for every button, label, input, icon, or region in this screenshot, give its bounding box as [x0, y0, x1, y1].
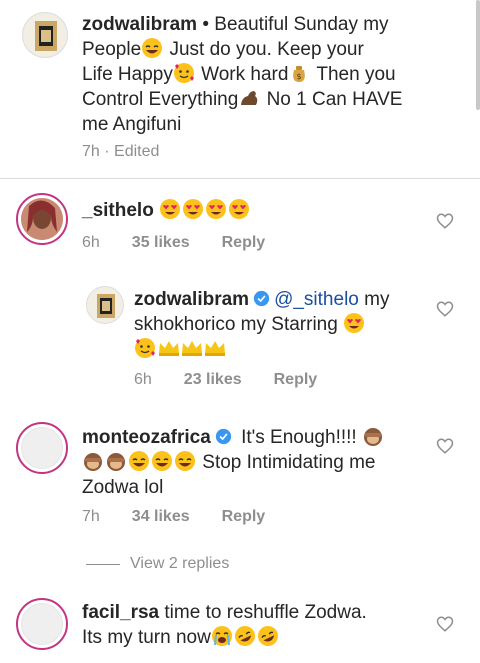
- rolling-laughing-emoji-icon: [234, 625, 256, 647]
- comment-time: 7h: [82, 508, 100, 525]
- scrollbar[interactable]: [476, 0, 480, 110]
- crown-emoji-icon: [203, 337, 225, 359]
- laughing-emoji-icon: [151, 450, 173, 472]
- hearts-face-emoji-icon: [173, 62, 195, 84]
- loudly-crying-emoji-icon: [211, 625, 233, 647]
- laughing-emoji-icon: [128, 450, 150, 472]
- verified-badge-icon: [215, 428, 231, 445]
- reply-button[interactable]: Reply: [274, 371, 318, 389]
- caption-edited: Edited: [114, 143, 160, 160]
- view-replies-button[interactable]: View 2 replies: [86, 555, 229, 573]
- view-replies-line: [86, 563, 120, 565]
- see-no-evil-monkey-emoji-icon: [82, 450, 104, 472]
- see-no-evil-monkey-emoji-icon: [105, 450, 127, 472]
- comment-avatar[interactable]: [21, 603, 63, 645]
- money-bag-emoji-icon: $: [288, 62, 310, 84]
- comment-text: _sithelo: [82, 198, 432, 223]
- rolling-laughing-emoji-icon: [257, 625, 279, 647]
- heart-outline-icon[interactable]: [436, 615, 454, 633]
- laughing-emoji-icon: [174, 450, 196, 472]
- comment-avatar[interactable]: [21, 198, 63, 240]
- caption-text: zodwalibram • Beautiful Sunday my People…: [82, 14, 403, 135]
- comment-username[interactable]: facil_rsa: [82, 602, 159, 623]
- reply-button[interactable]: Reply: [222, 508, 266, 526]
- comment-meta: 6h 35 likes Reply: [82, 234, 265, 252]
- verified-badge-icon: [253, 290, 270, 307]
- caption-meta: 7h · Edited: [82, 143, 160, 160]
- likes-count[interactable]: 34 likes: [132, 508, 190, 526]
- flexed-biceps-emoji-icon: [238, 87, 260, 109]
- heart-eyes-emoji-icon: [343, 312, 365, 334]
- crown-emoji-icon: [180, 337, 202, 359]
- heart-outline-icon[interactable]: [436, 212, 454, 230]
- caption-avatar[interactable]: [22, 12, 68, 58]
- laughing-emoji-icon: [141, 37, 163, 59]
- comment-text: monteozafrica It's Enough!!!! Stop Intim…: [82, 425, 432, 500]
- heart-outline-icon[interactable]: [436, 300, 454, 318]
- comment-username[interactable]: _sithelo: [82, 200, 154, 221]
- reply-meta: 6h 23 likes Reply: [134, 371, 317, 389]
- comment-username[interactable]: monteozafrica: [82, 427, 211, 448]
- heart-outline-icon[interactable]: [436, 437, 454, 455]
- view-replies-label: View 2 replies: [130, 555, 230, 572]
- likes-count[interactable]: 35 likes: [132, 234, 190, 252]
- reply-emojis: [134, 337, 226, 360]
- comment-text: facil_rsa time to reshuffle Zodwa. Its m…: [82, 602, 367, 648]
- comment-emojis: [82, 450, 197, 473]
- heart-eyes-emoji-icon: [159, 199, 251, 221]
- caption-username[interactable]: zodwalibram: [82, 14, 197, 35]
- reply-avatar[interactable]: [86, 286, 124, 324]
- reply-username[interactable]: zodwalibram: [134, 289, 249, 310]
- crown-emoji-icon: [157, 337, 179, 359]
- reply-text: zodwalibram @_sithelo my skhokhorico my S…: [134, 287, 434, 362]
- see-no-evil-monkey-emoji-icon: [362, 425, 384, 447]
- caption-time: 7h: [82, 143, 100, 160]
- caption-divider: [0, 178, 480, 179]
- hearts-face-emoji-icon: [134, 337, 156, 359]
- svg-text:$: $: [297, 72, 302, 81]
- mention-link[interactable]: @_sithelo: [274, 289, 359, 310]
- comment-meta: 7h 34 likes Reply: [82, 508, 265, 526]
- comment-time: 6h: [82, 234, 100, 251]
- comment-avatar[interactable]: [21, 427, 63, 469]
- post-caption: zodwalibram • Beautiful Sunday my People…: [0, 0, 480, 178]
- reply-button[interactable]: Reply: [222, 234, 266, 252]
- likes-count[interactable]: 23 likes: [184, 371, 242, 389]
- comment-emojis: [211, 625, 280, 648]
- reply-time: 6h: [134, 371, 152, 388]
